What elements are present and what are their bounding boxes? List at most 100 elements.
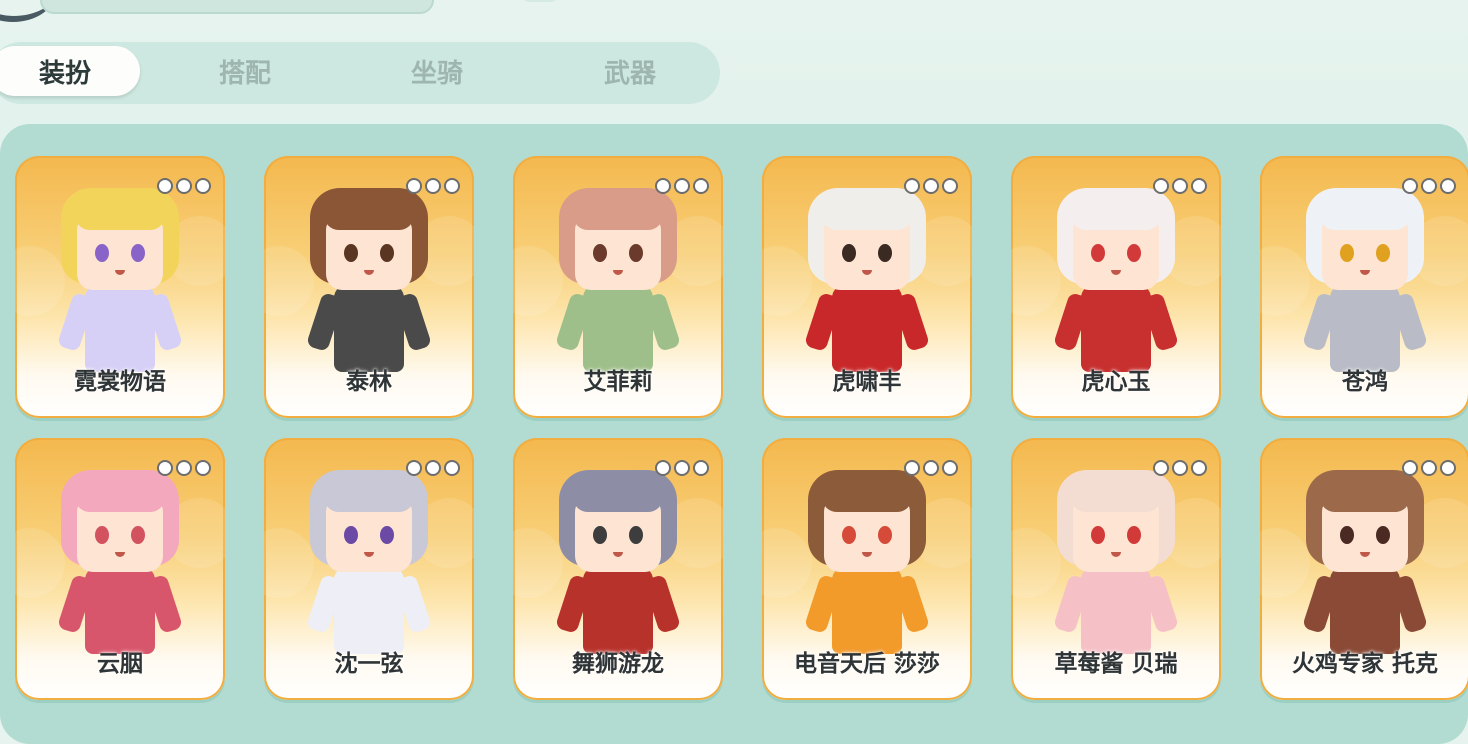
more-options-icon[interactable] [1153,460,1207,476]
character-eye [878,244,892,262]
skin-name-label: 草莓酱 贝瑞 [1054,651,1178,677]
dot-icon [674,178,690,194]
dot-icon [904,460,920,476]
character-mouth [1111,552,1121,557]
character-eye [1091,244,1105,262]
character-avatar [1300,184,1430,374]
tab-outfit-match[interactable]: 搭配 [180,46,310,96]
character-fringe [1071,206,1161,230]
more-options-icon[interactable] [1153,178,1207,194]
skin-card[interactable]: 电音天后 莎莎 [762,438,972,700]
character-outfit [832,284,902,372]
character-eye [95,526,109,544]
character-fringe [1320,488,1410,512]
tab-dress-up[interactable]: 装扮 [0,46,140,96]
character-eye [593,526,607,544]
character-fringe [75,488,165,512]
dot-icon [655,460,671,476]
top-header-strip [40,0,434,14]
character-eye [1376,244,1390,262]
character-mouth [862,552,872,557]
character-avatar [802,184,932,374]
dot-icon [157,460,173,476]
dot-icon [195,460,211,476]
more-options-icon[interactable] [406,460,460,476]
more-options-icon[interactable] [904,460,958,476]
dot-icon [942,460,958,476]
top-header-tab [520,0,560,2]
more-options-icon[interactable] [1402,178,1456,194]
dot-icon [1440,178,1456,194]
character-mouth [613,270,623,275]
more-options-icon[interactable] [406,178,460,194]
skin-name-label: 泰林 [346,369,392,395]
skin-name-label: 沈一弦 [334,651,404,677]
character-outfit [334,284,404,372]
character-outfit [85,284,155,372]
dot-icon [157,178,173,194]
character-outfit [583,566,653,654]
dot-icon [176,460,192,476]
skin-card[interactable]: 沈一弦 [264,438,474,700]
skin-name-label: 火鸡专家 托克 [1291,651,1438,677]
dot-icon [444,460,460,476]
character-avatar [55,466,185,656]
tab-mount[interactable]: 坐骑 [372,46,502,96]
skin-name-label: 虎啸丰 [832,369,902,395]
character-mouth [364,552,374,557]
character-avatar [1300,466,1430,656]
more-options-icon[interactable] [1402,460,1456,476]
dot-icon [655,178,671,194]
skin-card[interactable]: 舞狮游龙 [513,438,723,700]
skin-card[interactable]: 草莓酱 贝瑞 [1011,438,1221,700]
skin-card[interactable]: 虎心玉 [1011,156,1221,418]
skin-name-label: 电音天后 莎莎 [793,651,940,677]
dot-icon [425,460,441,476]
character-avatar [553,184,683,374]
character-eye [593,244,607,262]
character-mouth [115,552,125,557]
dot-icon [406,460,422,476]
character-eye [1340,244,1354,262]
character-fringe [822,488,912,512]
skin-card[interactable]: 艾菲莉 [513,156,723,418]
more-options-icon[interactable] [904,178,958,194]
more-options-icon[interactable] [157,460,211,476]
character-eye [1340,526,1354,544]
more-options-icon[interactable] [655,460,709,476]
character-eye [131,526,145,544]
skin-card[interactable]: 霓裳物语 [15,156,225,418]
character-fringe [573,488,663,512]
dot-icon [1191,178,1207,194]
tab-weapon[interactable]: 武器 [565,46,695,96]
character-fringe [1071,488,1161,512]
character-eye [629,526,643,544]
character-eye [95,244,109,262]
character-mouth [613,552,623,557]
dot-icon [1153,460,1169,476]
skin-card[interactable]: 泰林 [264,156,474,418]
character-outfit [832,566,902,654]
character-mouth [364,270,374,275]
character-outfit [1330,284,1400,372]
dot-icon [1172,460,1188,476]
character-eye [1091,526,1105,544]
skin-card[interactable]: 苍鸿 [1260,156,1468,418]
dot-icon [195,178,211,194]
more-options-icon[interactable] [655,178,709,194]
character-eye [842,526,856,544]
dot-icon [1153,178,1169,194]
dot-icon [693,460,709,476]
skin-card[interactable]: 火鸡专家 托克 [1260,438,1468,700]
dot-icon [444,178,460,194]
character-outfit [334,566,404,654]
more-options-icon[interactable] [157,178,211,194]
skin-card[interactable]: 云胭 [15,438,225,700]
character-outfit [583,284,653,372]
character-fringe [324,206,414,230]
character-outfit [1081,284,1151,372]
character-avatar [55,184,185,374]
character-avatar [304,466,434,656]
skin-card[interactable]: 虎啸丰 [762,156,972,418]
dot-icon [942,178,958,194]
